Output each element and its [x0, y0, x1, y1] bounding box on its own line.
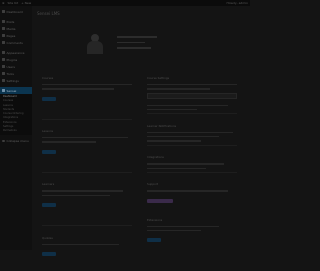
support-button[interactable] [147, 198, 173, 203]
sidebar-item-media[interactable]: Media [0, 25, 32, 32]
primary-button[interactable] [42, 149, 56, 154]
primary-button[interactable] [42, 202, 56, 207]
sidebar-item-users[interactable]: Users [0, 63, 32, 70]
sidebar-item-dashboard[interactable]: Dashboard [0, 8, 32, 15]
section-title: Learners [42, 182, 55, 187]
media-icon [2, 27, 5, 30]
wordpress-logo-icon[interactable]: ⊕ [2, 1, 5, 5]
primary-button[interactable] [42, 251, 56, 256]
sidebar-item-label: Settings [6, 78, 19, 83]
collapse-icon [2, 139, 5, 143]
sensei-submenu: Dashboard Courses Lessons Students Cours… [0, 94, 32, 135]
howdy-user-menu[interactable]: Howdy, admin [226, 1, 248, 5]
sidebar-item-label: Users [6, 64, 15, 69]
sidebar-item-label: Posts [6, 19, 15, 24]
section-title: Lessons [42, 129, 54, 134]
sidebar-item-tools[interactable]: Tools [0, 70, 32, 77]
right-column: Course Settings Learner Notifications In… [147, 76, 237, 257]
sidebar-item-label: Comments [6, 40, 23, 45]
main-content: Sensei LMS Courses Lessons Learners Quiz… [32, 6, 250, 256]
collapse-label: Collapse menu [6, 139, 29, 144]
section-title: Quizzes [42, 235, 53, 240]
wrench-icon [2, 72, 5, 75]
sidebar-item-label: Sensei [6, 88, 17, 93]
sidebar-item-label: Pages [6, 33, 16, 38]
sidebar-item-pages[interactable]: Pages [0, 32, 32, 39]
user-icon [2, 65, 5, 68]
section-title: Course Settings [147, 76, 170, 80]
settings-field[interactable] [147, 92, 237, 99]
section-title: Courses [42, 76, 54, 80]
primary-button[interactable] [42, 96, 56, 101]
pin-icon [2, 20, 5, 23]
sidebar-item-label: Appearance [6, 50, 25, 55]
sidebar-item-label: Tools [6, 71, 14, 76]
sidebar-item-plugins[interactable]: Plugins [0, 56, 32, 63]
sidebar-item-label: Plugins [6, 57, 18, 62]
sidebar-item-appearance[interactable]: Appearance [0, 49, 32, 56]
sidebar-item-label: Media [6, 26, 16, 31]
sidebar-item-label: Dashboard [6, 9, 23, 14]
sidebar-item-sensei[interactable]: Sensei [0, 87, 32, 94]
section-title: Integrations [147, 155, 164, 160]
sensei-icon [2, 89, 5, 92]
new-content-link[interactable]: + New [21, 1, 31, 5]
sensei-mascot-logo [87, 34, 103, 54]
collapse-menu-button[interactable]: Collapse menu [0, 138, 32, 145]
section-title: Support [147, 182, 159, 187]
gear-icon [2, 79, 5, 82]
admin-sidebar: Dashboard Posts Media Pages Comments App… [0, 6, 32, 250]
sidebar-item-posts[interactable]: Posts [0, 18, 32, 25]
primary-button[interactable] [147, 238, 161, 243]
welcome-text [117, 36, 157, 53]
submenu-item[interactable]: Permalinks [0, 129, 32, 133]
dashboard-icon [2, 10, 5, 13]
section-title: Learner Notifications [147, 123, 177, 128]
left-column: Courses Lessons Learners Quizzes [42, 76, 132, 271]
plugin-icon [2, 58, 5, 61]
page-icon [2, 34, 5, 37]
sidebar-item-comments[interactable]: Comments [0, 39, 32, 46]
sidebar-item-settings[interactable]: Settings [0, 77, 32, 84]
comment-icon [2, 41, 5, 44]
page-title: Sensei LMS [37, 11, 60, 16]
site-name-link[interactable]: Site Kit [8, 1, 19, 5]
brush-icon [2, 51, 5, 54]
section-title: Extensions [147, 217, 163, 222]
